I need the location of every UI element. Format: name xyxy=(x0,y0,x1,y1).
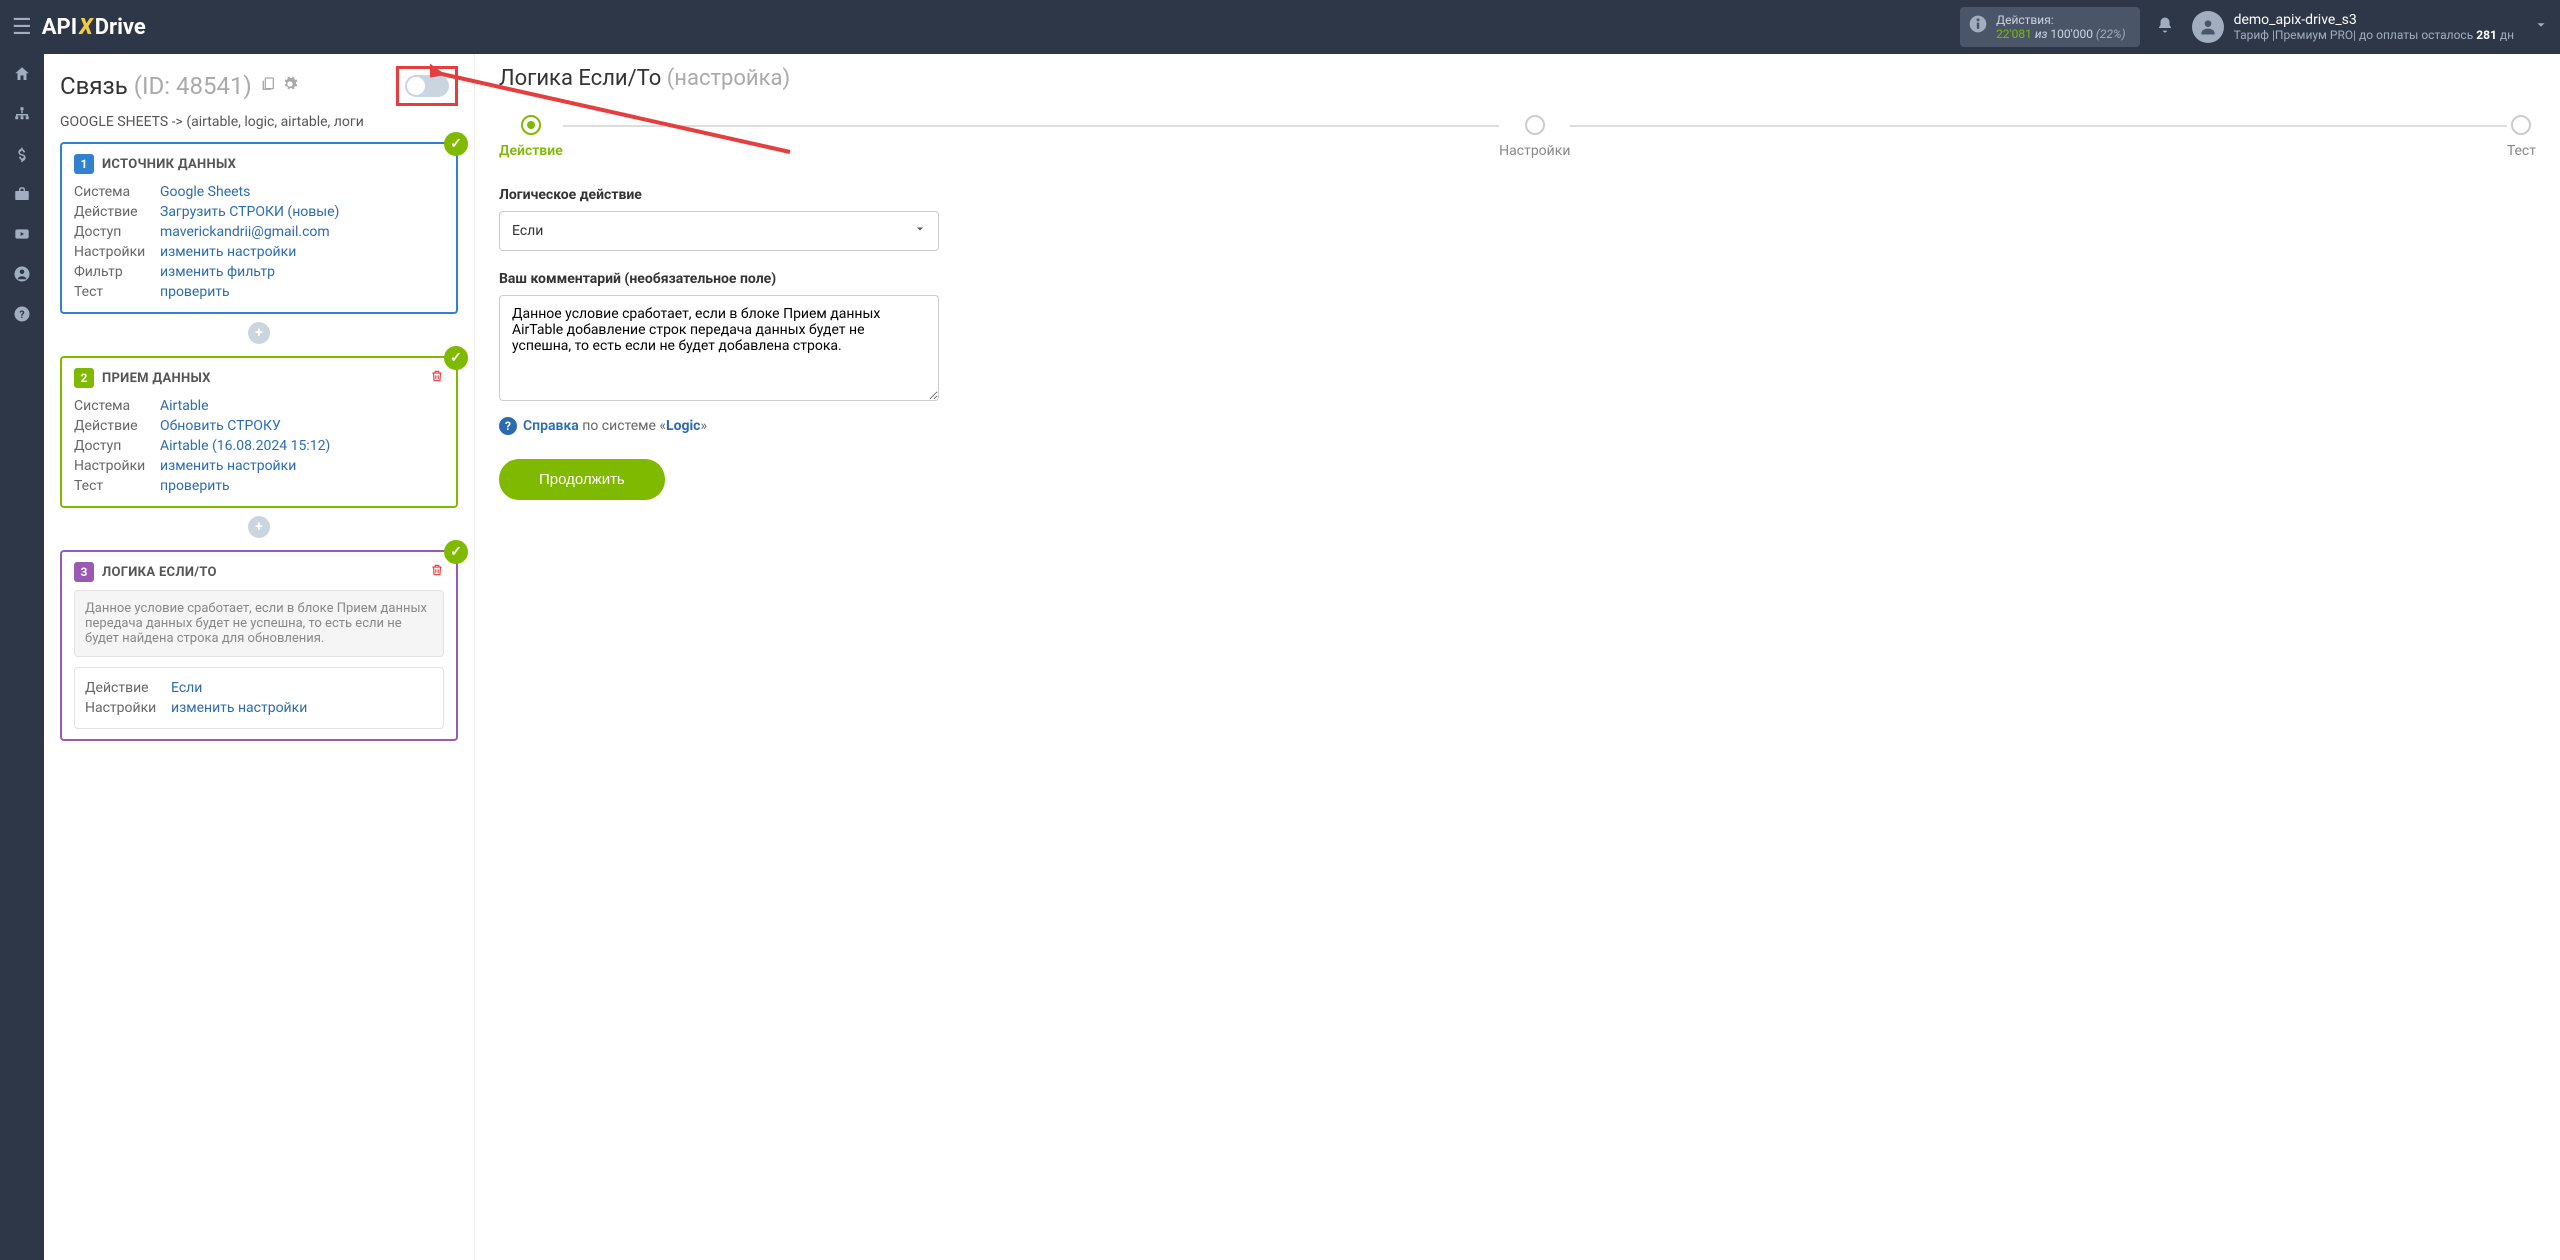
comment-label: Ваш комментарий (необязательное поле) xyxy=(499,271,2536,287)
svg-text:?: ? xyxy=(19,308,24,321)
comment-field[interactable] xyxy=(499,295,939,401)
source-action[interactable]: Загрузить СТРОКИ (новые) xyxy=(160,204,339,220)
source-test[interactable]: проверить xyxy=(160,284,230,300)
card-source: ✓ 1 ИСТОЧНИК ДАННЫХ СистемаGoogle Sheets… xyxy=(60,142,458,314)
logo[interactable]: APIXDrive xyxy=(42,15,146,40)
add-block-button[interactable]: + xyxy=(248,322,270,344)
nav-billing[interactable] xyxy=(0,134,44,174)
toggle-highlight xyxy=(396,66,458,106)
username: demo_apix-drive_s3 xyxy=(2234,12,2514,28)
logic-action-select[interactable]: Если xyxy=(499,211,939,251)
card-logic: ✓ 3 ЛОГИКА ЕСЛИ/ТО Данное условие сработ… xyxy=(60,550,458,741)
trash-icon[interactable] xyxy=(430,563,444,581)
connection-toggle[interactable] xyxy=(405,75,449,97)
sidebar: ? xyxy=(0,54,44,1260)
dest-access[interactable]: Airtable (16.08.2024 15:12) xyxy=(160,438,330,454)
nav-video[interactable] xyxy=(0,214,44,254)
dest-system[interactable]: Airtable xyxy=(160,398,209,414)
gear-icon[interactable] xyxy=(282,76,298,96)
actions-label: Действия: xyxy=(1996,13,2126,27)
connection-path: GOOGLE SHEETS -> (airtable, logic, airta… xyxy=(60,114,458,130)
check-icon: ✓ xyxy=(444,346,468,370)
help-icon: ? xyxy=(499,417,517,435)
logic-settings[interactable]: изменить настройки xyxy=(171,700,307,716)
bell-icon[interactable] xyxy=(2156,15,2174,39)
card-title: ЛОГИКА ЕСЛИ/ТО xyxy=(102,565,217,580)
step-action[interactable]: Действие xyxy=(499,115,563,159)
logic-action[interactable]: Если xyxy=(171,680,202,696)
card-num: 3 xyxy=(74,562,94,582)
info-icon xyxy=(1968,14,1988,40)
nav-connections[interactable] xyxy=(0,94,44,134)
connection-id: (ID: 48541) xyxy=(134,72,252,100)
add-block-button[interactable]: + xyxy=(248,516,270,538)
logic-note: Данное условие сработает, если в блоке П… xyxy=(74,590,444,657)
source-access[interactable]: maverickandrii@gmail.com xyxy=(160,224,330,240)
connection-title: Связь xyxy=(60,72,128,100)
dest-action[interactable]: Обновить СТРОКУ xyxy=(160,418,281,434)
logic-action-label: Логическое действие xyxy=(499,187,2536,203)
check-icon: ✓ xyxy=(444,540,468,564)
card-destination: ✓ 2 ПРИЕМ ДАННЫХ СистемаAirtable Действи… xyxy=(60,356,458,508)
user-menu[interactable]: demo_apix-drive_s3 Тариф |Премиум PRO| д… xyxy=(2192,11,2514,43)
source-settings[interactable]: изменить настройки xyxy=(160,244,296,260)
nav-help[interactable]: ? xyxy=(0,294,44,334)
step-settings[interactable]: Настройки xyxy=(1499,115,1570,159)
actions-counter[interactable]: Действия: 22'081 из 100'000 (22%) xyxy=(1960,7,2140,47)
chevron-down-icon[interactable] xyxy=(2534,18,2548,36)
card-num: 2 xyxy=(74,368,94,388)
step-test[interactable]: Тест xyxy=(2507,115,2536,159)
card-title: ПРИЕМ ДАННЫХ xyxy=(102,371,211,386)
tariff-info: Тариф |Премиум PRO| до оплаты осталось 2… xyxy=(2234,28,2514,42)
check-icon: ✓ xyxy=(444,132,468,156)
stepper: Действие Настройки Тест xyxy=(499,115,2536,159)
menu-icon[interactable]: ☰ xyxy=(12,15,32,40)
nav-briefcase[interactable] xyxy=(0,174,44,214)
dest-settings[interactable]: изменить настройки xyxy=(160,458,296,474)
source-filter[interactable]: изменить фильтр xyxy=(160,264,275,280)
trash-icon[interactable] xyxy=(430,369,444,387)
continue-button[interactable]: Продолжить xyxy=(499,459,665,500)
page-title: Логика Если/То (настройка) xyxy=(499,66,2536,91)
nav-account[interactable] xyxy=(0,254,44,294)
dest-test[interactable]: проверить xyxy=(160,478,230,494)
copy-icon[interactable] xyxy=(260,76,276,96)
avatar-icon xyxy=(2192,11,2224,43)
help-link[interactable]: Справка xyxy=(523,418,579,434)
nav-home[interactable] xyxy=(0,54,44,94)
source-system[interactable]: Google Sheets xyxy=(160,184,250,200)
chevron-down-icon xyxy=(914,223,926,239)
card-num: 1 xyxy=(74,154,94,174)
card-title: ИСТОЧНИК ДАННЫХ xyxy=(102,157,236,172)
actions-current: 22'081 xyxy=(1996,27,2032,41)
